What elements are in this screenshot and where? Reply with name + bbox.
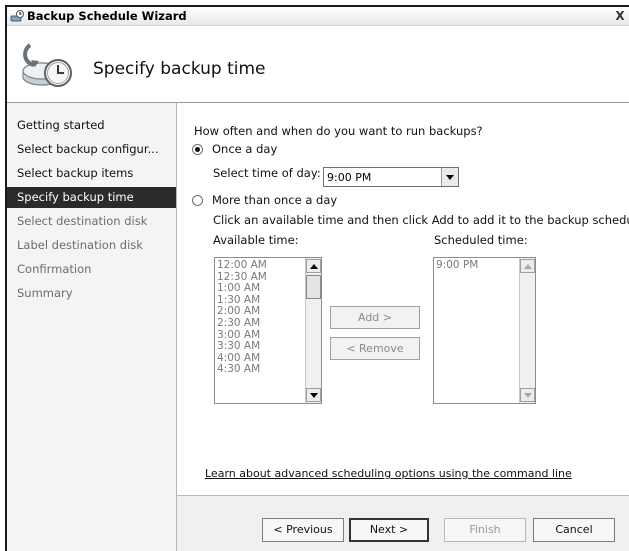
once-a-day-label[interactable]: Once a day <box>212 142 277 156</box>
step-select-destination-disk: Select destination disk <box>17 214 148 228</box>
scroll-thumb[interactable] <box>306 275 321 299</box>
advanced-scheduling-link[interactable]: Learn about advanced scheduling options … <box>205 467 572 480</box>
list-item[interactable]: 3:30 AM <box>217 341 267 353</box>
once-a-day-radio[interactable] <box>192 144 203 155</box>
list-item[interactable]: 2:30 AM <box>217 317 267 330</box>
available-list-scrollbar[interactable] <box>305 258 321 403</box>
available-time-label: Available time: <box>213 233 299 247</box>
add-time-instruction: Click an available time and then click A… <box>213 213 629 227</box>
chevron-down-icon[interactable] <box>441 168 458 186</box>
available-time-items[interactable]: 12:00 AM 12:30 AM 1:00 AM 1:30 AM 2:00 A… <box>217 259 267 376</box>
time-of-day-select[interactable]: 9:00 PM <box>323 167 459 187</box>
previous-button[interactable]: < Previous <box>262 518 344 542</box>
scheduled-time-label: Scheduled time: <box>434 233 528 247</box>
time-of-day-value: 9:00 PM <box>327 171 372 184</box>
scroll-up-icon[interactable] <box>520 259 535 273</box>
list-item[interactable]: 4:30 AM <box>217 364 267 376</box>
step-summary: Summary <box>17 286 73 300</box>
next-button[interactable]: Next > <box>349 518 429 542</box>
scheduled-list-scrollbar[interactable] <box>519 258 535 403</box>
backup-app-icon <box>10 10 24 22</box>
available-time-list[interactable]: 12:00 AM 12:30 AM 1:00 AM 1:30 AM 2:00 A… <box>214 257 322 404</box>
page-title: Specify backup time <box>93 59 266 79</box>
wizard-content: How often and when do you want to run ba… <box>177 103 629 495</box>
remove-button[interactable]: < Remove <box>330 337 420 360</box>
scroll-up-icon[interactable] <box>306 259 321 273</box>
scroll-down-icon[interactable] <box>306 388 321 402</box>
window-title: Backup Schedule Wizard <box>27 9 187 23</box>
title-bar[interactable]: Backup Schedule Wizard X <box>7 7 629 26</box>
more-than-once-label[interactable]: More than once a day <box>212 193 337 207</box>
list-item[interactable]: 9:00 PM <box>436 259 478 272</box>
list-item[interactable]: 12:00 AM <box>217 259 267 272</box>
finish-button: Finish <box>444 518 526 542</box>
step-label-destination-disk: Label destination disk <box>17 238 143 252</box>
wizard-steps-sidebar: Getting started Select backup configur..… <box>7 103 177 551</box>
cancel-button[interactable]: Cancel <box>533 518 615 542</box>
step-select-backup-configuration[interactable]: Select backup configur... <box>7 139 176 160</box>
scheduled-time-list[interactable]: 9:00 PM <box>433 257 536 404</box>
add-button[interactable]: Add > <box>330 306 420 329</box>
backup-clock-icon <box>22 43 72 87</box>
time-of-day-label: Select time of day: <box>213 166 321 180</box>
step-confirmation: Confirmation <box>17 262 92 276</box>
more-than-once-radio[interactable] <box>192 195 203 206</box>
schedule-question: How often and when do you want to run ba… <box>194 124 483 138</box>
wizard-window: Backup Schedule Wizard X Specify backup … <box>5 5 629 551</box>
radio-selected-dot <box>195 147 200 152</box>
wizard-footer: < Previous Next > Finish Cancel <box>177 495 629 551</box>
close-icon[interactable]: X <box>611 7 629 25</box>
scheduled-time-items[interactable]: 9:00 PM <box>436 259 478 272</box>
step-getting-started[interactable]: Getting started <box>7 115 176 136</box>
wizard-header: Specify backup time <box>7 26 629 102</box>
step-specify-backup-time[interactable]: Specify backup time <box>7 187 176 208</box>
scroll-down-icon[interactable] <box>520 388 535 402</box>
step-select-backup-items[interactable]: Select backup items <box>7 163 176 184</box>
